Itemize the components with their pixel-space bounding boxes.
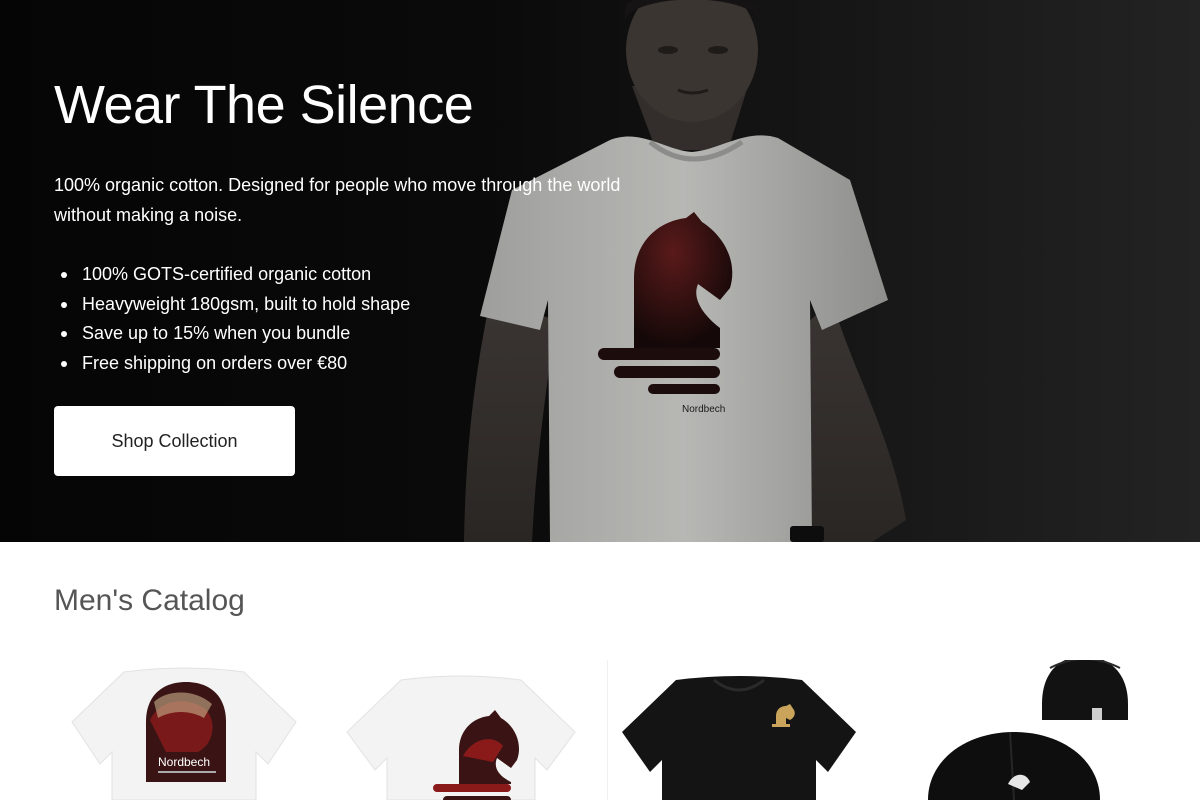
product-card-black-tshirt-small-logo[interactable] <box>607 660 869 800</box>
product-image-black-tshirt-small-logo <box>622 676 856 800</box>
product-image-black-cap <box>928 660 1128 800</box>
product-card-black-cap[interactable] <box>890 660 1154 800</box>
product-grid: Nordbech <box>54 660 1154 800</box>
product-image-white-tshirt-back-print: Nordbech <box>71 667 297 800</box>
feature-item: Heavyweight 180gsm, built to hold shape <box>54 290 654 320</box>
product-brand-text: Nordbech <box>158 755 210 769</box>
product-card-white-tshirt-horse-logo[interactable] <box>329 660 594 800</box>
hero-banner: Nordbech Wear The Silence 100% organic c… <box>0 0 1200 542</box>
feature-item: Free shipping on orders over €80 <box>54 349 654 379</box>
hero-description: 100% organic cotton. Designed for people… <box>54 175 621 225</box>
product-card-white-tshirt-back-print[interactable]: Nordbech <box>54 660 314 800</box>
feature-list: 100% GOTS-certified organic cotton Heavy… <box>54 260 654 378</box>
catalog-title: Men's Catalog <box>54 584 245 617</box>
hero-content: Wear The Silence 100% organic cotton. De… <box>54 72 654 476</box>
product-image-white-tshirt-horse-logo <box>346 675 576 800</box>
feature-item: 100% GOTS-certified organic cotton <box>54 260 654 290</box>
shop-collection-button[interactable]: Shop Collection <box>54 406 295 476</box>
shirt-brand-text: Nordbech <box>682 404 725 415</box>
feature-item: Save up to 15% when you bundle <box>54 319 654 349</box>
hero-title: Wear The Silence <box>54 75 474 135</box>
